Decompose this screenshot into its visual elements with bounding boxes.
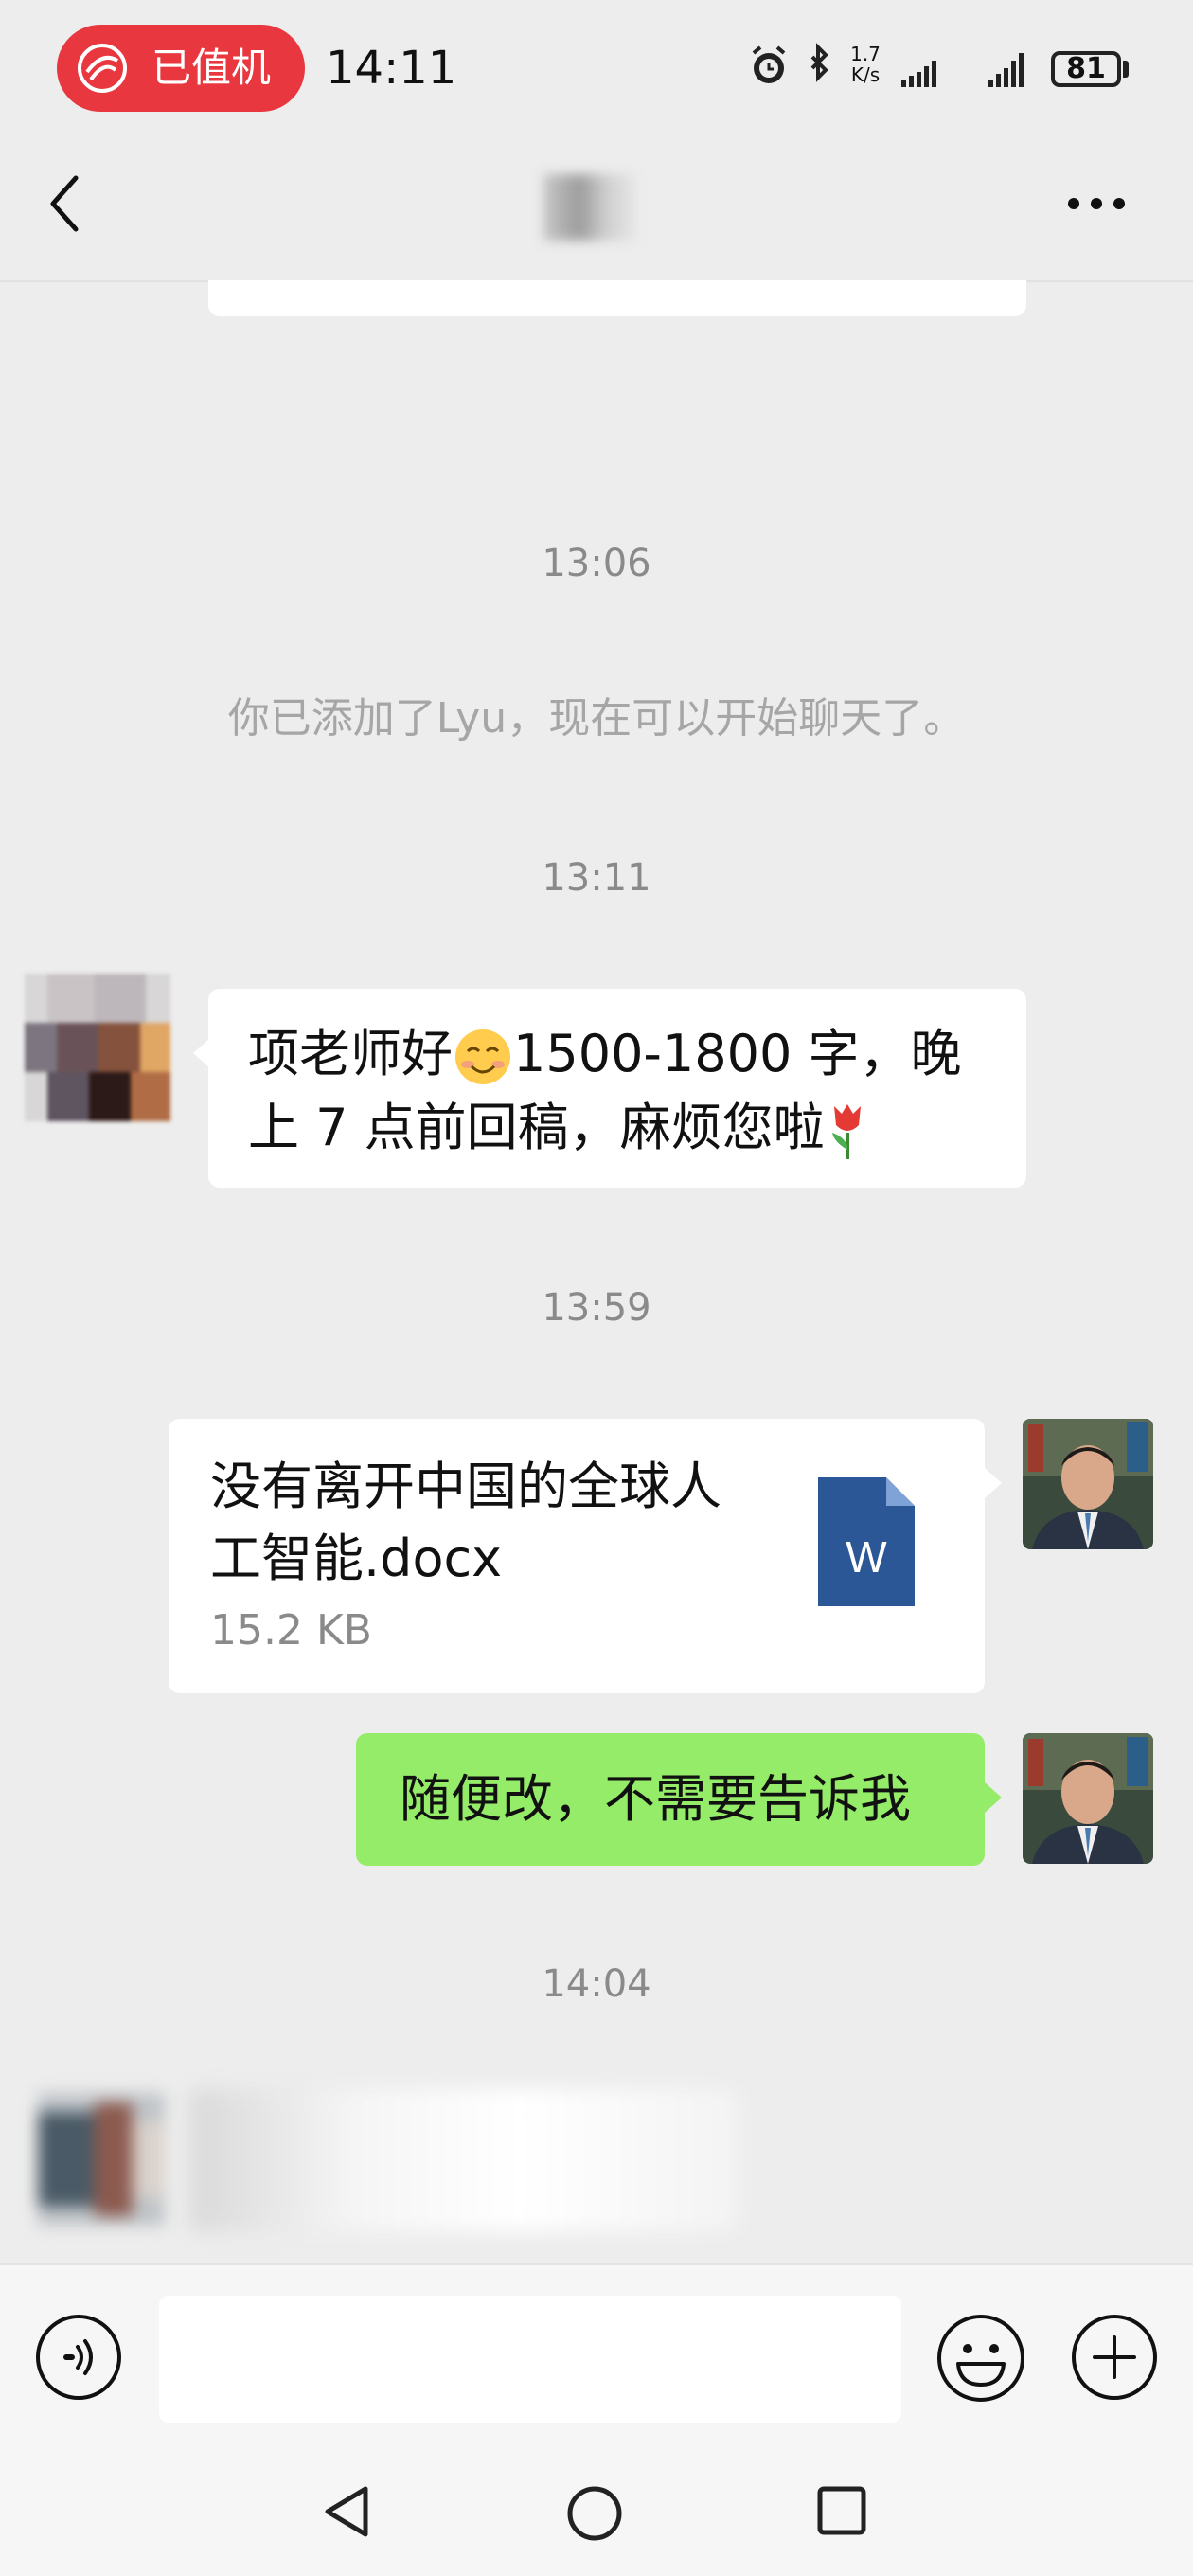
nav-recents-square-icon[interactable]	[816, 2485, 867, 2536]
timestamp: 13:06	[542, 542, 651, 585]
file-message-card[interactable]: 没有离开中国的全球人工智能.docx 15.2 KB W	[169, 1419, 985, 1693]
message-text: 随便改，不需要告诉我	[400, 1769, 911, 1829]
plus-icon[interactable]	[1070, 2313, 1159, 2402]
file-icon-letter: W	[846, 1532, 887, 1582]
system-message: 你已添加了Lyu，现在可以开始聊天了。	[227, 694, 966, 742]
file-name: 没有离开中国的全球人工智能.docx	[210, 1457, 721, 1588]
status-time: 14:11	[326, 42, 457, 95]
user-avatar[interactable]	[1023, 1419, 1153, 1549]
message-text: 项老师好 1500-1800 字，晚上 7 点前回稿，麻烦您啦	[248, 1017, 1006, 1165]
signal-strength-icon-1	[901, 61, 936, 87]
emoji-icon[interactable]	[935, 2313, 1026, 2404]
contact-name-redacted	[543, 174, 634, 241]
smiling-face-emoji-icon	[455, 1029, 510, 1085]
contact-avatar[interactable]	[25, 974, 170, 1121]
status-icons-group	[752, 43, 1024, 87]
network-speed: 1.7 K/s	[850, 43, 881, 86]
file-size: 15.2 KB	[210, 1606, 372, 1655]
chevron-left-icon[interactable]	[45, 170, 83, 237]
incoming-message-bubble[interactable]: 项老师好 1500-1800 字，晚上 7 点前回稿，麻烦您啦	[208, 989, 1026, 1188]
alarm-icon	[752, 45, 786, 83]
bluetooth-icon	[810, 43, 828, 82]
battery-tip	[1123, 61, 1129, 78]
message-text-part: 项老师好	[248, 1024, 453, 1083]
battery-indicator: 81	[1051, 51, 1121, 87]
more-dots-icon[interactable]	[1066, 193, 1127, 214]
nav-back-triangle-icon[interactable]	[320, 2483, 373, 2540]
user-avatar[interactable]	[1023, 1733, 1153, 1864]
timestamp: 14:04	[542, 1962, 651, 2006]
flight-status-label: 已值机	[151, 45, 272, 91]
word-document-icon: W	[818, 1477, 915, 1606]
tulip-emoji-icon	[831, 1104, 861, 1160]
previous-message-bubble[interactable]	[208, 280, 1026, 316]
contact-avatar-redacted[interactable]	[38, 2093, 165, 2226]
timestamp: 13:11	[542, 856, 651, 900]
timestamp: 13:59	[542, 1286, 651, 1330]
incoming-message-redacted[interactable]	[189, 2089, 739, 2231]
voice-input-icon[interactable]	[34, 2313, 123, 2402]
bubble-tail	[985, 1782, 1002, 1813]
flight-checkin-pill[interactable]: 已值机	[57, 25, 305, 112]
message-input[interactable]	[159, 2296, 901, 2423]
airline-logo-icon	[78, 44, 127, 93]
outgoing-message-bubble[interactable]: 随便改，不需要告诉我	[356, 1733, 985, 1866]
bubble-tail	[985, 1468, 1002, 1498]
nav-home-circle-icon[interactable]	[566, 2485, 623, 2542]
signal-strength-icon-2	[988, 53, 1024, 87]
